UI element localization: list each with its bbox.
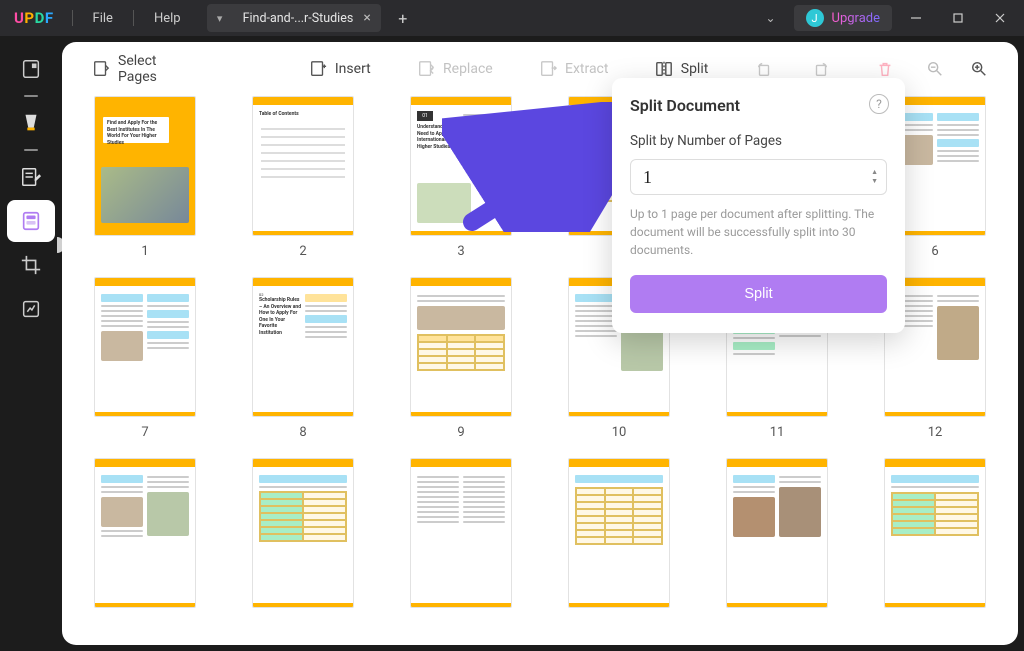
select-pages-label: Select Pages	[118, 53, 157, 85]
window-maximize-button[interactable]	[940, 0, 976, 36]
page-number: 8	[299, 425, 306, 440]
menu-help[interactable]: Help	[138, 11, 197, 26]
thumb-title: Table of Contents	[259, 111, 347, 118]
page-number: 9	[457, 425, 464, 440]
thumb-title: Understanding the Need to Apply Internat…	[417, 124, 459, 150]
extract-label: Extract	[565, 61, 608, 77]
extract-icon	[539, 60, 557, 78]
app-body: Select Pages Insert Replace Extract Spli…	[0, 36, 1024, 651]
page-thumbnail-2[interactable]: Table of Contents 2	[248, 96, 358, 259]
rotate-left-icon	[755, 60, 773, 78]
upgrade-label: Upgrade	[832, 11, 880, 26]
page-number: 6	[931, 244, 938, 259]
split-count-input-wrapper: ▲ ▼	[630, 159, 887, 195]
separator	[72, 10, 73, 26]
trash-icon	[876, 60, 894, 78]
page-thumbnail-8[interactable]: 02Scholarship Rules – An Overview and Ho…	[248, 277, 358, 440]
step-down-icon[interactable]: ▼	[871, 178, 878, 185]
page-thumbnail-13[interactable]	[90, 458, 200, 608]
popover-title: Split Document	[630, 96, 887, 115]
page-number: 7	[141, 425, 148, 440]
sidebar-highlight-icon[interactable]	[7, 102, 55, 144]
separator	[133, 10, 134, 26]
window-close-button[interactable]	[982, 0, 1018, 36]
zoom-in-icon	[970, 60, 988, 78]
page-thumbnail-16[interactable]	[564, 458, 674, 608]
avatar: J	[806, 9, 824, 27]
document-tab[interactable]: Find-and-...r-Studies ×	[233, 4, 381, 32]
zoom-out-button[interactable]	[916, 54, 954, 84]
menu-file[interactable]: File	[77, 11, 129, 26]
thumb-title: Scholarship Rules – An Overview and How …	[259, 297, 301, 336]
replace-button[interactable]: Replace	[407, 54, 503, 84]
split-mode-label: Split by Number of Pages	[630, 133, 887, 149]
close-icon[interactable]: ×	[363, 10, 370, 26]
page-number: 10	[612, 425, 627, 440]
page-number: 11	[770, 425, 785, 440]
page-thumbnail-18[interactable]	[880, 458, 990, 608]
tab-title: Find-and-...r-Studies	[243, 11, 354, 26]
insert-icon	[309, 60, 327, 78]
tab-group: ▾ Find-and-...r-Studies × +	[207, 4, 417, 32]
chapter-number: 01	[417, 111, 433, 121]
window-minimize-button[interactable]	[898, 0, 934, 36]
select-icon	[92, 60, 110, 78]
page-number: 12	[928, 425, 943, 440]
sidebar-separator	[7, 92, 55, 100]
new-tab-button[interactable]: +	[389, 4, 417, 32]
split-hint: Up to 1 page per document after splittin…	[630, 205, 887, 259]
app-logo: UPDF	[0, 9, 68, 27]
sidebar-crop-icon[interactable]	[7, 244, 55, 286]
select-pages-button[interactable]: Select Pages	[82, 47, 167, 91]
split-confirm-button[interactable]: Split	[630, 275, 887, 313]
page-thumbnail-3[interactable]: 01 Understanding the Need to Apply Intern…	[406, 96, 516, 259]
page-number: 2	[299, 244, 306, 259]
page-number: 1	[141, 244, 148, 259]
sidebar-watermark-icon[interactable]	[7, 288, 55, 330]
insert-label: Insert	[335, 61, 371, 77]
help-icon[interactable]: ?	[869, 94, 889, 114]
upgrade-button[interactable]: J Upgrade	[794, 5, 892, 31]
thumb-title: The 10 Best Global Universities Leading …	[575, 111, 617, 144]
split-count-input[interactable]	[643, 167, 871, 188]
page-thumbnail-1[interactable]: Find and Apply For the Best Institutes I…	[90, 96, 200, 259]
split-popover: ? Split Document Split by Number of Page…	[612, 78, 905, 333]
extract-button[interactable]: Extract	[529, 54, 618, 84]
canvas: Select Pages Insert Replace Extract Spli…	[62, 42, 1018, 645]
titlebar: UPDF File Help ▾ Find-and-...r-Studies ×…	[0, 0, 1024, 36]
tab-pin-icon[interactable]: ▾	[207, 4, 233, 32]
stepper: ▲ ▼	[871, 169, 878, 185]
page-thumbnail-15[interactable]	[406, 458, 516, 608]
chevron-down-icon[interactable]: ⌄	[753, 11, 787, 25]
page-thumbnail-9[interactable]: 9	[406, 277, 516, 440]
split-icon	[655, 60, 673, 78]
zoom-out-icon	[926, 60, 944, 78]
thumb-title: Find and Apply For the Best Institutes I…	[103, 117, 169, 149]
step-up-icon[interactable]: ▲	[871, 169, 878, 176]
sidebar-reader-icon[interactable]	[7, 48, 55, 90]
replace-icon	[417, 60, 435, 78]
page-thumbnail-7[interactable]: 7	[90, 277, 200, 440]
sidebar-separator	[7, 146, 55, 154]
sidebar-edit-icon[interactable]	[7, 156, 55, 198]
replace-label: Replace	[443, 61, 493, 77]
split-label: Split	[681, 61, 709, 77]
sidebar-organize-icon[interactable]	[7, 200, 55, 242]
page-thumbnail-17[interactable]	[722, 458, 832, 608]
page-thumbnail-14[interactable]	[248, 458, 358, 608]
zoom-in-button[interactable]	[960, 54, 998, 84]
page-number: 3	[457, 244, 464, 259]
sidebar	[0, 36, 62, 651]
rotate-right-icon	[812, 60, 830, 78]
insert-button[interactable]: Insert	[299, 54, 381, 84]
